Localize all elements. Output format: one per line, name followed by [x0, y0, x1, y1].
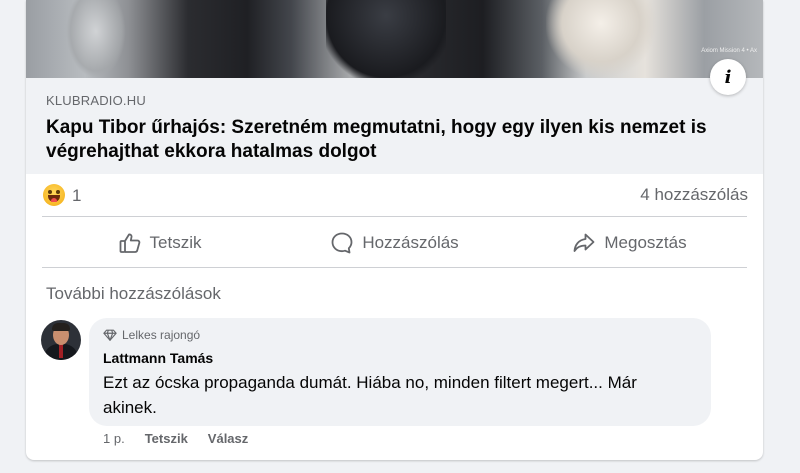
reactions-summary: 1 4 hozzászólás	[26, 174, 763, 217]
comment-bubble-icon	[331, 232, 353, 253]
post-card: Axiom Mission 4 • Ax KLUBRADIO.HU Kapu T…	[26, 0, 763, 460]
share-label: Megosztás	[604, 232, 687, 252]
divider	[42, 267, 747, 268]
share-arrow-icon	[573, 233, 595, 252]
reaction-count[interactable]: 1	[72, 186, 81, 206]
post-actions: Tetszik Hozzászólás Megosztás	[42, 218, 747, 267]
link-title[interactable]: Kapu Tibor űrhajós: Szeretném megmutatni…	[46, 116, 736, 164]
comment-bubble: Lelkes rajongó Lattmann Tamás Ezt az ócs…	[89, 318, 711, 426]
link-preview-image[interactable]: Axiom Mission 4 • Ax	[26, 0, 763, 78]
image-caption: Axiom Mission 4 • Ax	[701, 48, 757, 54]
like-button[interactable]: Tetszik	[42, 218, 277, 267]
comment-button[interactable]: Hozzászólás	[277, 218, 512, 267]
fan-badge-label: Lelkes rajongó	[122, 328, 201, 342]
link-domain: KLUBRADIO.HU	[46, 93, 146, 108]
info-icon[interactable]: i	[710, 59, 746, 95]
comment-reply-button[interactable]: Válasz	[208, 431, 248, 446]
comment-label: Hozzászólás	[362, 232, 459, 252]
comment-author[interactable]: Lattmann Tamás	[103, 350, 213, 366]
diamond-icon	[103, 329, 117, 341]
share-button[interactable]: Megosztás	[512, 218, 747, 267]
fan-badge[interactable]: Lelkes rajongó	[103, 328, 200, 342]
comment-like-button[interactable]: Tetszik	[145, 431, 188, 446]
more-comments-link[interactable]: További hozzászólások	[46, 284, 221, 304]
avatar[interactable]	[41, 320, 81, 360]
comments-count-link[interactable]: 4 hozzászólás	[640, 185, 748, 205]
link-preview-meta[interactable]: KLUBRADIO.HU Kapu Tibor űrhajós: Szeretn…	[26, 78, 763, 174]
laughing-emoji-icon[interactable]	[43, 184, 65, 206]
divider	[42, 216, 747, 217]
comment-timestamp[interactable]: 1 p.	[103, 431, 125, 446]
like-label: Tetszik	[149, 232, 202, 252]
comment-actions: 1 p. Tetszik Válasz	[103, 431, 248, 446]
comment-text: Ezt az ócska propaganda dumát. Hiába no,…	[103, 373, 637, 417]
thumbs-up-icon	[119, 233, 140, 253]
